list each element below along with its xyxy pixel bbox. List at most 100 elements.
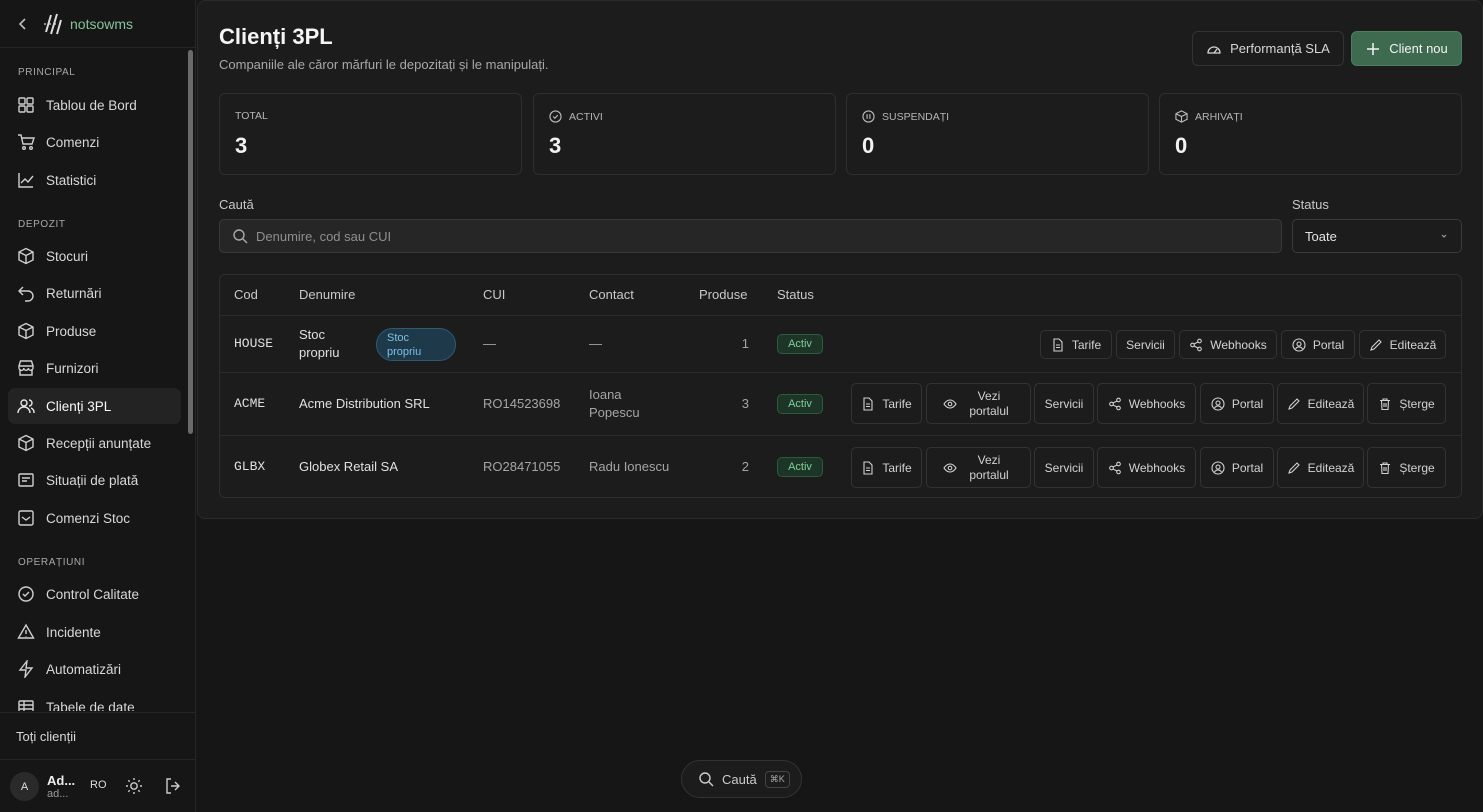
column-header-cui: CUI <box>483 287 506 302</box>
sidebar-item-stock-orders[interactable]: Comenzi Stoc <box>8 500 181 536</box>
sidebar-item-payments[interactable]: Situații de plată <box>8 462 181 498</box>
stat-label-text: TOTAL <box>235 110 268 122</box>
sidebar-item-clients[interactable]: Clienți 3PL <box>8 388 181 424</box>
sla-performance-button[interactable]: Performanță SLA <box>1192 31 1344 66</box>
sidebar-item-label: Situații de plată <box>46 472 139 488</box>
cell-cui: RO28471055 <box>483 459 561 474</box>
action-label: Portal <box>1231 460 1264 475</box>
rates-button[interactable]: Tarife <box>1040 330 1112 359</box>
stat-label-text: ARHIVAȚI <box>1195 110 1243 123</box>
services-button[interactable]: Servicii <box>1116 330 1175 359</box>
sidebar-item-label: Produse <box>46 323 97 339</box>
pencil-icon <box>1287 397 1300 410</box>
sun-icon[interactable] <box>125 777 143 795</box>
cell-code: GLBX <box>234 459 266 474</box>
edit-button[interactable]: Editează <box>1359 330 1446 359</box>
portal-button[interactable]: Portal <box>1200 447 1274 488</box>
status-badge: Activ <box>777 457 823 477</box>
language-switch[interactable]: RO <box>90 779 107 791</box>
action-label: Webhooks <box>1128 396 1186 411</box>
rates-button[interactable]: Tarife <box>851 447 922 488</box>
sidebar-item-label: Comenzi Stoc <box>46 510 131 526</box>
new-client-label: Client nou <box>1389 41 1448 56</box>
eye-icon <box>943 398 957 409</box>
sidebar-item-products[interactable]: Produse <box>8 313 181 349</box>
column-header-products: Produse <box>699 287 748 302</box>
table-row[interactable]: HOUSE Stoc propriu Stoc propriu — — 1 Ac… <box>220 315 1461 372</box>
delete-button[interactable]: Șterge <box>1367 383 1446 424</box>
user-info: Ad... ad... <box>47 773 77 800</box>
sidebar-item-qc[interactable]: Control Calitate <box>8 576 181 612</box>
view-portal-button[interactable]: Vezi portalul <box>926 447 1031 488</box>
sidebar-item-tables[interactable]: Tabele de date <box>8 689 181 711</box>
sidebar-item-orders[interactable]: Comenzi <box>8 124 181 160</box>
bolt-icon <box>18 660 34 678</box>
sidebar-item-automations[interactable]: Automatizări <box>8 651 181 687</box>
column-header-name: Denumire <box>299 287 356 302</box>
sidebar-item-receptions[interactable]: Recepții anunțate <box>8 425 181 461</box>
stat-label: ARHIVAȚI <box>1175 110 1243 123</box>
services-button[interactable]: Servicii <box>1034 447 1094 488</box>
search-input[interactable] <box>256 228 1156 244</box>
sidebar-item-suppliers[interactable]: Furnizori <box>8 350 181 386</box>
webhooks-button[interactable]: Webhooks <box>1179 330 1277 359</box>
status-select-value: Toate <box>1305 228 1337 244</box>
sidebar-item-label: Recepții anunțate <box>46 435 152 451</box>
new-client-button[interactable]: Client nou <box>1351 31 1462 66</box>
sidebar-item-returns[interactable]: Returnări <box>8 275 181 311</box>
status-select[interactable]: Toate <box>1292 219 1462 253</box>
delete-button[interactable]: Șterge <box>1367 447 1446 488</box>
view-portal-button[interactable]: Vezi portalul <box>926 383 1031 424</box>
avatar[interactable]: A <box>10 772 39 801</box>
edit-button[interactable]: Editează <box>1277 447 1364 488</box>
cell-contact: Radu Ionescu <box>589 459 670 474</box>
sidebar-item-label: Furnizori <box>46 360 99 376</box>
logout-icon[interactable] <box>164 777 182 795</box>
user-circle-icon <box>1211 396 1225 411</box>
edit-button[interactable]: Editează <box>1277 383 1364 424</box>
sidebar-item-label: Clienți 3PL <box>46 398 112 414</box>
status-badge: Activ <box>777 394 823 414</box>
own-stock-badge: Stoc propriu <box>376 328 456 361</box>
file-icon <box>863 460 873 475</box>
sidebar-item-label: Stocuri <box>46 248 89 264</box>
badge-check-icon <box>18 586 34 602</box>
search-icon <box>699 772 714 787</box>
sidebar-item-stats[interactable]: Statistici <box>8 162 181 198</box>
pencil-icon <box>1287 461 1300 474</box>
services-button[interactable]: Servicii <box>1034 383 1094 424</box>
action-label: Tarife <box>882 396 912 411</box>
sidebar-item-stock[interactable]: Stocuri <box>8 238 181 274</box>
portal-button[interactable]: Portal <box>1200 383 1274 424</box>
table-row[interactable]: ACME Acme Distribution SRL RO14523698 Io… <box>220 372 1461 435</box>
command-search-button[interactable]: Caută ⌘K <box>681 760 802 798</box>
shortcut-key: ⌘K <box>764 770 790 788</box>
search-field[interactable] <box>219 219 1282 253</box>
sidebar-header: notsowms <box>0 0 195 48</box>
brand-logo[interactable]: notsowms <box>42 12 133 36</box>
store-icon <box>18 360 34 376</box>
status-badge: Activ <box>777 334 823 354</box>
all-clients-selector[interactable]: Toți clienții <box>0 712 196 760</box>
archive-box-icon <box>1175 110 1188 123</box>
rates-button[interactable]: Tarife <box>851 383 922 424</box>
section-depozit: DEPOZIT <box>18 219 66 230</box>
search-icon <box>233 229 248 244</box>
package-icon <box>18 322 34 340</box>
sidebar-item-incidents[interactable]: Incidente <box>8 614 181 650</box>
package-check-icon <box>18 434 34 452</box>
brand-name: notsowms <box>70 15 134 32</box>
table-row[interactable]: GLBX Globex Retail SA RO28471055 Radu Io… <box>220 435 1461 497</box>
sidebar-scrollbar[interactable] <box>188 50 193 434</box>
webhooks-button[interactable]: Webhooks <box>1097 383 1196 424</box>
back-icon[interactable] <box>16 17 30 31</box>
webhooks-button[interactable]: Webhooks <box>1097 447 1196 488</box>
sidebar-item-label: Incidente <box>46 624 101 640</box>
action-label: Portal <box>1312 337 1345 352</box>
stat-label: ACTIVI <box>549 110 603 123</box>
portal-button[interactable]: Portal <box>1281 330 1355 359</box>
sidebar-item-dashboard[interactable]: Tablou de Bord <box>8 87 181 123</box>
action-label: Servicii <box>1044 460 1084 475</box>
cell-code: HOUSE <box>234 336 274 351</box>
gauge-icon <box>1207 45 1221 54</box>
